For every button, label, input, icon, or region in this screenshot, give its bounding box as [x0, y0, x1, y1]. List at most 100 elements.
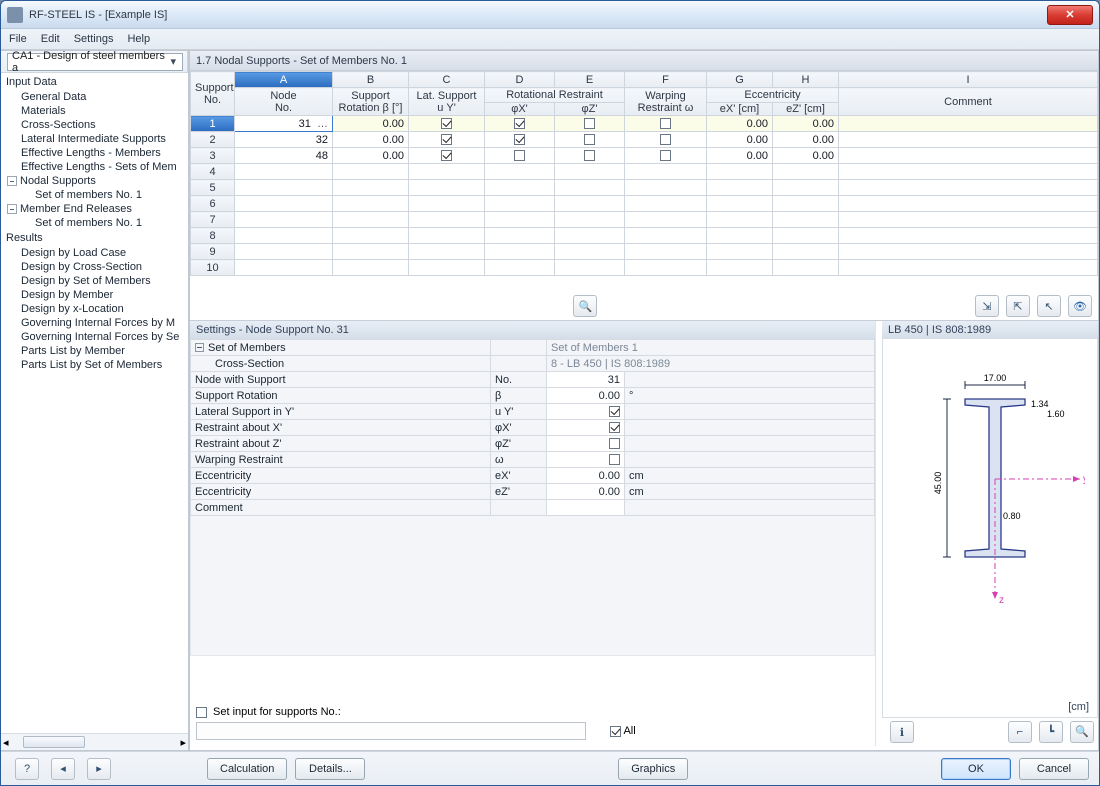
zoom-icon[interactable]: 🔍 [1070, 721, 1094, 743]
info-icon[interactable]: ℹ [890, 721, 914, 743]
nav-nodal[interactable]: Nodal Supports [3, 174, 188, 188]
node-label: Node with Support [191, 372, 491, 388]
import-icon[interactable]: ⇲ [975, 295, 999, 317]
table-row[interactable]: 7 [191, 212, 1098, 228]
col-I[interactable]: I [839, 72, 1098, 88]
section-tool-icon[interactable]: ⌐ [1008, 721, 1032, 743]
nav-dsm[interactable]: Design by Set of Members [3, 274, 188, 288]
nav-group-input: Input Data [3, 74, 188, 90]
graphics-button[interactable]: Graphics [618, 758, 688, 780]
preview-canvas: 17.00 45.00 1.34 1.60 0.80 [882, 339, 1098, 718]
pick-icon[interactable]: ↖ [1037, 295, 1061, 317]
page-title: 1.7 Nodal Supports - Set of Members No. … [190, 51, 1098, 71]
minus-icon[interactable] [195, 343, 204, 352]
nav-scrollbar[interactable]: ◂ ▸ [1, 733, 188, 750]
nav-eff-members[interactable]: Effective Lengths - Members [3, 146, 188, 160]
col-node: NodeNo. [235, 88, 333, 116]
scroll-thumb[interactable] [23, 736, 85, 748]
table-row[interactable]: 6 [191, 196, 1098, 212]
wr-check[interactable] [547, 452, 625, 468]
ex-value[interactable]: 0.00 [547, 468, 625, 484]
close-button[interactable]: ✕ [1047, 5, 1093, 25]
table-row[interactable]: 10 [191, 260, 1098, 276]
nav-materials[interactable]: Materials [3, 104, 188, 118]
set-of-members-value: Set of Members 1 [547, 340, 875, 356]
svg-text:z: z [999, 595, 1004, 606]
menu-help[interactable]: Help [127, 33, 150, 45]
collapse-icon[interactable] [7, 176, 17, 186]
rotation-value[interactable]: 0.00 [547, 388, 625, 404]
ok-button[interactable]: OK [941, 758, 1011, 780]
supports-grid[interactable]: SupportNo. A B C D E F G H I [190, 71, 1098, 292]
col-F[interactable]: F [625, 72, 707, 88]
nav-gifs[interactable]: Governing Internal Forces by Se [3, 330, 188, 344]
table-row[interactable]: 9 [191, 244, 1098, 260]
nav-lateral[interactable]: Lateral Intermediate Supports [3, 132, 188, 146]
scroll-left-icon[interactable]: ◂ [3, 736, 9, 749]
calculation-button[interactable]: Calculation [207, 758, 287, 780]
preview-title: LB 450 | IS 808:1989 [882, 321, 1098, 339]
cancel-button[interactable]: Cancel [1019, 758, 1089, 780]
menu-edit[interactable]: Edit [41, 33, 60, 45]
next-icon[interactable]: ▸ [87, 758, 111, 780]
nav-mer-set1[interactable]: Set of members No. 1 [3, 216, 188, 230]
rx-check[interactable] [547, 420, 625, 436]
help-icon[interactable]: ? [15, 758, 39, 780]
nav-eff-sets[interactable]: Effective Lengths - Sets of Mem [3, 160, 188, 174]
nav-plsm[interactable]: Parts List by Set of Members [3, 358, 188, 372]
table-row[interactable]: 2320.000.000.00 [191, 132, 1098, 148]
table-row[interactable]: 4 [191, 164, 1098, 180]
all-checkbox[interactable] [610, 726, 621, 737]
col-E[interactable]: E [555, 72, 625, 88]
nav-dlc[interactable]: Design by Load Case [3, 246, 188, 260]
nav-mer[interactable]: Member End Releases [3, 202, 188, 216]
svg-text:45.00: 45.00 [933, 472, 943, 495]
svg-text:17.00: 17.00 [984, 373, 1007, 383]
nav-nodal-set1[interactable]: Set of members No. 1 [3, 188, 188, 202]
rz-check[interactable] [547, 436, 625, 452]
nav-dm[interactable]: Design by Member [3, 288, 188, 302]
lat-check[interactable] [547, 404, 625, 420]
nav-gifm[interactable]: Governing Internal Forces by M [3, 316, 188, 330]
axes-tool-icon[interactable]: ┗ [1039, 721, 1063, 743]
collapse-icon[interactable] [7, 204, 17, 214]
ez-value[interactable]: 0.00 [547, 484, 625, 500]
col-A[interactable]: A [235, 72, 333, 88]
table-row[interactable]: 8 [191, 228, 1098, 244]
nav-dxl[interactable]: Design by x-Location [3, 302, 188, 316]
comment-label: Comment [191, 500, 491, 516]
col-B[interactable]: B [333, 72, 409, 88]
case-combo[interactable]: CA1 - Design of steel members a ▾ [7, 53, 183, 71]
supports-no-input[interactable] [196, 722, 586, 740]
comment-value[interactable] [547, 500, 625, 516]
search-icon[interactable]: 🔍 [573, 295, 597, 317]
nav-plm[interactable]: Parts List by Member [3, 344, 188, 358]
col-G[interactable]: G [707, 72, 773, 88]
col-supno: SupportNo. [191, 72, 235, 116]
col-D[interactable]: D [485, 72, 555, 88]
nav-general[interactable]: General Data [3, 90, 188, 104]
table-row[interactable]: 5 [191, 180, 1098, 196]
svg-text:1.60: 1.60 [1047, 409, 1065, 419]
prev-icon[interactable]: ◂ [51, 758, 75, 780]
col-H[interactable]: H [773, 72, 839, 88]
eye-icon[interactable]: 👁 [1068, 295, 1092, 317]
table-row[interactable]: 131 …0.000.000.00 [191, 116, 1098, 132]
details-button[interactable]: Details... [295, 758, 365, 780]
table-row[interactable]: 3480.000.000.00 [191, 148, 1098, 164]
node-value[interactable]: 31 [547, 372, 625, 388]
set-of-members-label: Set of Members [208, 342, 286, 354]
menu-settings[interactable]: Settings [74, 33, 114, 45]
export-icon[interactable]: ⇱ [1006, 295, 1030, 317]
scroll-right-icon[interactable]: ▸ [180, 736, 186, 749]
set-input-label: Set input for supports No.: [213, 706, 341, 718]
settings-title: Settings - Node Support No. 31 [190, 321, 875, 339]
nav-cross-sections[interactable]: Cross-Sections [3, 118, 188, 132]
nav-group-results: Results [3, 230, 188, 246]
nav-dcs[interactable]: Design by Cross-Section [3, 260, 188, 274]
all-label: All [623, 725, 635, 737]
menu-file[interactable]: File [9, 33, 27, 45]
set-input-checkbox[interactable] [196, 707, 207, 718]
col-C[interactable]: C [409, 72, 485, 88]
svg-text:0.80: 0.80 [1003, 511, 1021, 521]
